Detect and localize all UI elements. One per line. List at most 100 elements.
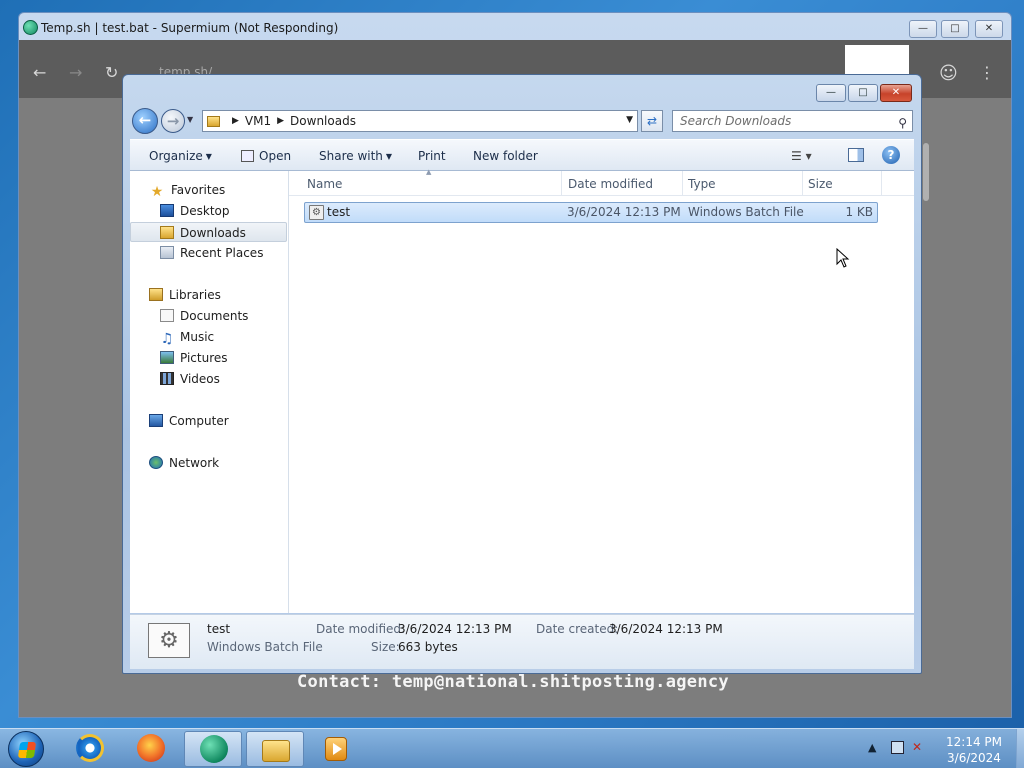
taskbar-firefox[interactable] bbox=[122, 731, 180, 767]
address-dropdown-icon[interactable]: ▼ bbox=[626, 115, 633, 125]
explorer-minimize-button[interactable]: — bbox=[816, 84, 846, 102]
clock[interactable]: 12:14 PM 3/6/2024 bbox=[934, 734, 1014, 766]
share-with-button[interactable]: Share with ▼ bbox=[319, 149, 392, 163]
refresh-button[interactable]: ⇄ bbox=[641, 110, 663, 132]
file-name: test bbox=[327, 205, 351, 219]
organize-button[interactable]: Organize ▼ bbox=[149, 149, 212, 163]
explorer-close-button[interactable]: ✕ bbox=[880, 84, 912, 102]
taskbar: ▲ ✕ 12:14 PM 3/6/2024 bbox=[0, 728, 1024, 768]
column-divider[interactable] bbox=[802, 171, 803, 196]
profile-icon[interactable]: ☺ bbox=[939, 63, 958, 84]
nav-pictures[interactable]: Pictures bbox=[130, 348, 287, 368]
forward-button[interactable]: → bbox=[161, 109, 185, 133]
contact-text: Contact: temp@national.shitposting.agenc… bbox=[297, 672, 729, 692]
show-hidden-icons-icon[interactable]: ▲ bbox=[868, 741, 876, 754]
documents-icon bbox=[160, 309, 174, 322]
recent-pages-dropdown-icon[interactable]: ▼ bbox=[187, 115, 193, 124]
file-size: 1 KB bbox=[845, 205, 873, 219]
volume-muted-icon[interactable]: ✕ bbox=[912, 741, 925, 754]
file-date-modified: 3/6/2024 12:13 PM bbox=[567, 205, 681, 219]
navigation-pane: ★ Favorites Desktop Downloads Recent Plac… bbox=[130, 171, 289, 613]
batch-file-gear-icon: ⚙ bbox=[148, 623, 190, 658]
breadcrumb-downloads[interactable]: Downloads bbox=[290, 114, 356, 128]
nav-favorites[interactable]: ★ Favorites bbox=[130, 180, 287, 200]
chevron-down-icon: ▼ bbox=[385, 152, 393, 161]
clock-date: 3/6/2024 bbox=[947, 751, 1001, 765]
videos-icon bbox=[160, 372, 174, 385]
libraries-icon bbox=[149, 288, 163, 301]
browser-reload-icon[interactable]: ↻ bbox=[105, 63, 118, 82]
details-date-modified: 3/6/2024 12:13 PM bbox=[398, 622, 512, 636]
taskbar-internet-explorer[interactable] bbox=[61, 731, 119, 767]
nav-downloads[interactable]: Downloads bbox=[130, 222, 287, 242]
star-icon: ★ bbox=[150, 184, 164, 200]
page-scrollbar[interactable] bbox=[923, 143, 929, 201]
play-icon bbox=[333, 743, 342, 755]
column-header-type[interactable]: Type bbox=[688, 177, 716, 191]
breadcrumb-chevron-icon[interactable]: ▶ bbox=[277, 116, 284, 126]
breadcrumb-chevron-icon[interactable]: ▶ bbox=[232, 116, 239, 126]
nav-videos[interactable]: Videos bbox=[130, 369, 287, 389]
supermium-icon bbox=[200, 735, 228, 763]
nav-recent-places[interactable]: Recent Places bbox=[130, 243, 287, 263]
chevron-down-icon: ▼ bbox=[205, 152, 212, 161]
browser-maximize-button[interactable]: □ bbox=[941, 20, 969, 38]
change-view-icon[interactable]: ☰ ▾ bbox=[791, 149, 812, 163]
network-status-icon[interactable] bbox=[891, 741, 904, 754]
music-icon: ♫ bbox=[160, 331, 174, 347]
help-icon[interactable]: ? bbox=[882, 146, 900, 164]
column-divider[interactable] bbox=[682, 171, 683, 196]
nav-documents[interactable]: Documents bbox=[130, 306, 287, 326]
column-header-size[interactable]: Size bbox=[808, 177, 833, 191]
folder-icon bbox=[207, 115, 220, 127]
browser-menu-icon[interactable]: ⋮ bbox=[979, 63, 995, 82]
browser-close-button[interactable]: ✕ bbox=[975, 20, 1003, 38]
search-input[interactable]: Search Downloads ⚲ bbox=[672, 110, 913, 132]
windows-explorer-icon bbox=[262, 740, 290, 762]
nav-libraries[interactable]: Libraries bbox=[130, 285, 287, 305]
new-folder-button[interactable]: New folder bbox=[473, 149, 538, 163]
preview-pane-icon[interactable] bbox=[848, 148, 864, 162]
file-list: ▲ Name Date modified Type Size ⚙ test 3/… bbox=[289, 168, 914, 613]
browser-minimize-button[interactable]: — bbox=[909, 20, 937, 38]
column-header-name[interactable]: Name bbox=[307, 177, 342, 191]
print-button[interactable]: Print bbox=[418, 149, 446, 163]
file-row-test[interactable]: ⚙ test 3/6/2024 12:13 PM Windows Batch F… bbox=[304, 202, 878, 223]
browser-forward-icon[interactable]: → bbox=[69, 63, 82, 82]
internet-explorer-icon bbox=[76, 734, 104, 762]
taskbar-media-player[interactable] bbox=[307, 731, 365, 767]
network-icon bbox=[149, 456, 163, 469]
breadcrumb-vm1[interactable]: VM1 bbox=[245, 114, 271, 128]
details-file-type: Windows Batch File bbox=[207, 640, 323, 654]
command-bar: Organize ▼ Open Share with ▼ Print New fol… bbox=[130, 139, 914, 171]
computer-icon bbox=[149, 414, 163, 427]
nav-music[interactable]: ♫ Music bbox=[130, 327, 287, 347]
open-button[interactable]: Open bbox=[241, 149, 291, 163]
clock-time: 12:14 PM bbox=[946, 735, 1002, 749]
supermium-logo-icon bbox=[23, 20, 38, 35]
details-size-label: Size: bbox=[371, 640, 400, 654]
details-file-name: test bbox=[207, 622, 231, 636]
search-placeholder: Search Downloads bbox=[680, 114, 792, 128]
back-button[interactable]: ← bbox=[132, 108, 158, 134]
nav-desktop[interactable]: Desktop bbox=[130, 201, 287, 221]
explorer-window: — □ ✕ ← → ▼ ▶ VM1 ▶ Downloads ▼ ⇄ Search… bbox=[122, 74, 922, 674]
nav-computer[interactable]: Computer bbox=[130, 411, 287, 431]
search-icon[interactable]: ⚲ bbox=[898, 113, 907, 133]
recent-places-icon bbox=[160, 246, 174, 259]
column-header-date-modified[interactable]: Date modified bbox=[568, 177, 653, 191]
nav-network[interactable]: Network bbox=[130, 453, 287, 473]
taskbar-windows-explorer[interactable] bbox=[246, 731, 304, 767]
file-type: Windows Batch File bbox=[688, 205, 804, 219]
browser-back-icon[interactable]: ← bbox=[33, 63, 46, 82]
column-header-row: ▲ Name Date modified Type Size bbox=[289, 168, 914, 196]
start-button[interactable] bbox=[8, 731, 44, 767]
column-divider[interactable] bbox=[881, 171, 882, 196]
address-bar[interactable]: ▶ VM1 ▶ Downloads ▼ bbox=[202, 110, 638, 132]
details-pane: ⚙ test Windows Batch File Date modified:… bbox=[130, 614, 914, 669]
taskbar-supermium[interactable] bbox=[184, 731, 242, 767]
show-desktop-button[interactable] bbox=[1016, 729, 1024, 768]
column-divider[interactable] bbox=[561, 171, 562, 196]
explorer-maximize-button[interactable]: □ bbox=[848, 84, 878, 102]
browser-title: Temp.sh | test.bat - Supermium (Not Resp… bbox=[41, 21, 339, 35]
